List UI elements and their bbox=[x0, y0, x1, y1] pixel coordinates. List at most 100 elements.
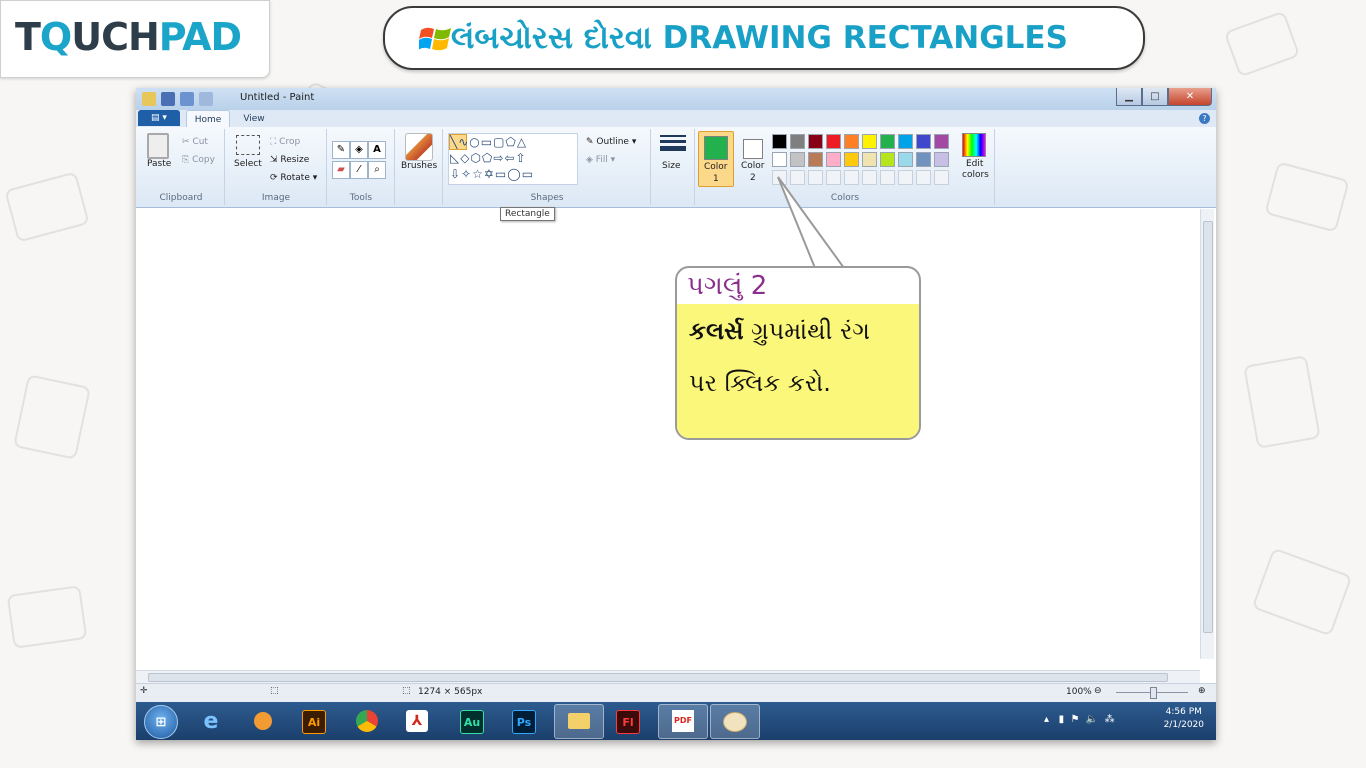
taskbar-clock[interactable]: 4:56 PM 2/1/2020 bbox=[1164, 706, 1204, 732]
paint-taskbar-button[interactable] bbox=[710, 704, 760, 739]
palette-color-cell[interactable] bbox=[790, 134, 805, 149]
brushes-button[interactable]: Brushes bbox=[400, 133, 438, 183]
minimize-button[interactable]: ▁ bbox=[1116, 88, 1142, 106]
audition-icon[interactable]: Au bbox=[460, 710, 484, 734]
illustrator-icon[interactable]: Ai bbox=[302, 710, 326, 734]
internet-explorer-icon[interactable]: e bbox=[196, 706, 226, 736]
callout-bold-word: કલર્સ bbox=[689, 317, 744, 345]
action-center-icon[interactable]: ⚑ bbox=[1070, 714, 1079, 725]
palette-color-cell[interactable] bbox=[934, 152, 949, 167]
zoom-slider[interactable] bbox=[1116, 687, 1188, 699]
palette-color-cell[interactable] bbox=[862, 134, 877, 149]
redo-icon[interactable] bbox=[199, 92, 213, 106]
background-doodle bbox=[1223, 10, 1301, 78]
rotate-button[interactable]: ⟳ Rotate ▾ bbox=[270, 173, 317, 183]
tab-home[interactable]: Home bbox=[186, 110, 230, 128]
close-button[interactable]: ✕ bbox=[1168, 88, 1212, 106]
fill-button[interactable]: ◈ Fill ▾ bbox=[586, 155, 615, 165]
text-icon[interactable]: A bbox=[368, 141, 386, 159]
zoom-in-button[interactable]: ⊕ bbox=[1198, 686, 1206, 696]
network-icon[interactable]: ⁂ bbox=[1105, 714, 1115, 725]
color-picker-icon[interactable]: ⁄ bbox=[350, 161, 368, 179]
photoshop-icon[interactable]: Ps bbox=[512, 710, 536, 734]
media-player-icon[interactable] bbox=[248, 706, 278, 736]
palette-color-cell[interactable] bbox=[772, 134, 787, 149]
palette-color-cell[interactable] bbox=[862, 152, 877, 167]
palette-color-cell[interactable] bbox=[880, 134, 895, 149]
paint-app-icon[interactable] bbox=[142, 92, 156, 106]
color1-button[interactable]: Color 1 bbox=[698, 131, 734, 187]
palette-color-cell[interactable] bbox=[916, 152, 931, 167]
clipboard-icon bbox=[147, 133, 169, 159]
group-label: Image bbox=[261, 193, 291, 203]
undo-icon[interactable] bbox=[180, 92, 194, 106]
palette-color-cell[interactable] bbox=[934, 170, 949, 185]
chrome-icon[interactable] bbox=[352, 706, 382, 736]
horizontal-scrollbar[interactable] bbox=[136, 670, 1200, 683]
zoom-level: 100% bbox=[1066, 687, 1092, 697]
cut-button[interactable]: ✂ Cut bbox=[182, 137, 208, 147]
palette-color-cell[interactable] bbox=[880, 152, 895, 167]
resize-button[interactable]: ⇲ Resize bbox=[270, 155, 309, 165]
acrobat-icon[interactable]: ⅄ bbox=[406, 710, 428, 732]
group-label: Tools bbox=[349, 193, 373, 203]
outline-button[interactable]: ✎ Outline ▾ bbox=[586, 137, 636, 147]
pdf-button[interactable]: PDF bbox=[658, 704, 708, 739]
palette-color-cell[interactable] bbox=[898, 170, 913, 185]
edit-colors-button[interactable]: Edit colors bbox=[958, 133, 990, 185]
eraser-icon[interactable]: ▰ bbox=[332, 161, 350, 179]
qat-dropdown-icon[interactable] bbox=[218, 92, 226, 106]
palette-color-cell[interactable] bbox=[844, 134, 859, 149]
select-button[interactable]: Select bbox=[234, 135, 262, 181]
callout-line-1-rest: ગ્રુપમાંથી રંગ bbox=[743, 317, 870, 345]
palette-color-cell[interactable] bbox=[808, 152, 823, 167]
copy-button[interactable]: ⎘ Copy bbox=[182, 155, 215, 165]
pdf-icon: PDF bbox=[672, 710, 694, 732]
palette-color-cell[interactable] bbox=[808, 134, 823, 149]
window-title: Untitled - Paint bbox=[240, 92, 315, 103]
palette-color-cell[interactable] bbox=[772, 152, 787, 167]
palette-color-cell[interactable] bbox=[790, 152, 805, 167]
page-title: લંબચોરસ દોરવા DRAWING RECTANGLES bbox=[451, 20, 1068, 56]
crop-button[interactable]: ⛶ Crop bbox=[270, 137, 300, 147]
windows-logo-icon bbox=[419, 27, 451, 51]
maximize-button[interactable]: □ bbox=[1142, 88, 1168, 106]
brushes-group: Brushes bbox=[396, 129, 443, 205]
file-menu-button[interactable]: ▤ ▾ bbox=[138, 110, 180, 126]
palette-color-cell[interactable] bbox=[934, 134, 949, 149]
file-explorer-button[interactable] bbox=[554, 704, 604, 739]
palette-color-cell[interactable] bbox=[826, 152, 841, 167]
instruction-callout: પગલું 2 કલર્સ ગ્રુપમાંથી રંગ પર ક્લિક કર… bbox=[675, 266, 921, 440]
zoom-out-button[interactable]: ⊖ bbox=[1094, 686, 1102, 696]
palette-color-cell[interactable] bbox=[898, 152, 913, 167]
palette-color-cell[interactable] bbox=[880, 170, 895, 185]
battery-icon[interactable]: ▮ bbox=[1059, 714, 1065, 725]
save-icon[interactable] bbox=[161, 92, 175, 106]
size-button[interactable]: Size bbox=[658, 135, 688, 181]
color2-button[interactable]: Color 2 bbox=[736, 131, 770, 185]
logo-letter: T bbox=[15, 15, 41, 59]
magnifier-icon[interactable]: ⌕ bbox=[368, 161, 386, 179]
flash-icon[interactable]: Fl bbox=[616, 710, 640, 734]
palette-color-cell[interactable] bbox=[826, 134, 841, 149]
callout-step: પગલું 2 bbox=[687, 271, 768, 301]
vertical-scrollbar[interactable] bbox=[1200, 209, 1214, 659]
start-button[interactable]: ⊞ bbox=[144, 705, 178, 739]
paste-button[interactable]: Paste bbox=[144, 133, 172, 183]
palette-color-cell[interactable] bbox=[844, 152, 859, 167]
show-hidden-icons[interactable]: ▴ bbox=[1044, 714, 1049, 725]
shapes-gallery[interactable]: ╲∿○▭▢⬠△ ◺◇⬡⬠⇨⇦⇧ ⇩✧☆✡▭◯▭ bbox=[448, 133, 578, 185]
image-group: Select ⛶ Crop ⇲ Resize ⟳ Rotate ▾ Image bbox=[226, 129, 327, 205]
palette-color-cell[interactable] bbox=[916, 170, 931, 185]
tab-view[interactable]: View bbox=[232, 110, 276, 127]
palette-color-cell[interactable] bbox=[916, 134, 931, 149]
pencil-icon[interactable]: ✎ bbox=[332, 141, 350, 159]
palette-color-cell[interactable] bbox=[898, 134, 913, 149]
help-icon[interactable]: ? bbox=[1199, 113, 1210, 124]
volume-icon[interactable]: 🔈 bbox=[1086, 714, 1098, 725]
palette-color-cell[interactable] bbox=[862, 170, 877, 185]
clock-time: 4:56 PM bbox=[1165, 707, 1202, 717]
color1-sub: 1 bbox=[713, 174, 719, 184]
callout-line-2: પર ક્લિક કરો. bbox=[689, 369, 831, 397]
fill-icon[interactable]: ◈ bbox=[350, 141, 368, 159]
